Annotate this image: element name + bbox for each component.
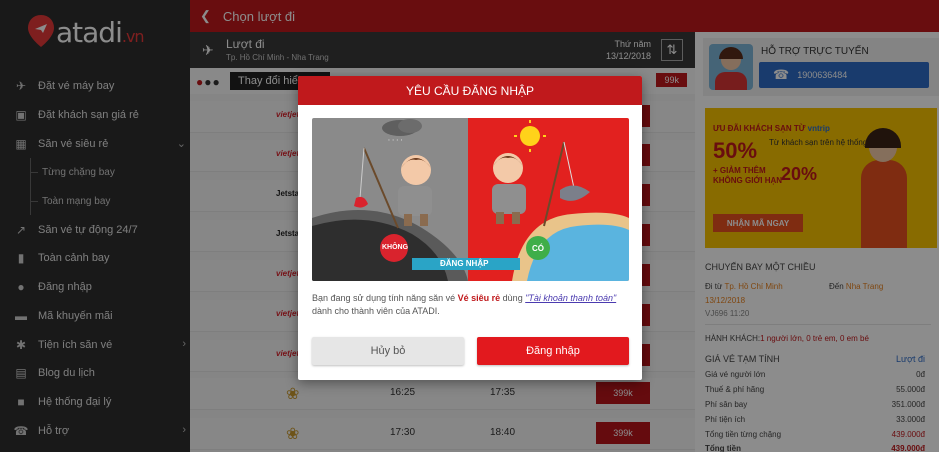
badge-no: KHÔNG xyxy=(382,244,409,251)
cancel-button[interactable]: Hủy bỏ xyxy=(312,337,464,365)
fishing-illustration-svg: ' ' ' ' xyxy=(312,118,629,281)
payment-account-link[interactable]: "Tài khoản thanh toán" xyxy=(525,293,616,303)
highlight-feature: Vé siêu rẻ xyxy=(457,293,501,303)
badge-yes: CÓ xyxy=(532,244,544,253)
svg-text:' ' ' ': ' ' ' ' xyxy=(388,138,402,146)
login-required-modal: YÊU CẦU ĐĂNG NHẬP ' ' ' ' KHÔNG CÓ ĐĂNG … xyxy=(298,76,642,380)
illustration-banner: ĐĂNG NHẬP xyxy=(440,259,489,268)
fishing-illustration: ' ' ' ' KHÔNG CÓ ĐĂNG NHẬP xyxy=(312,118,629,281)
modal-title: YÊU CẦU ĐĂNG NHẬP xyxy=(298,76,642,105)
modal-message: Bạn đang sử dụng tính năng săn vé Vé siê… xyxy=(312,293,617,316)
login-button[interactable]: Đăng nhập xyxy=(477,337,629,365)
